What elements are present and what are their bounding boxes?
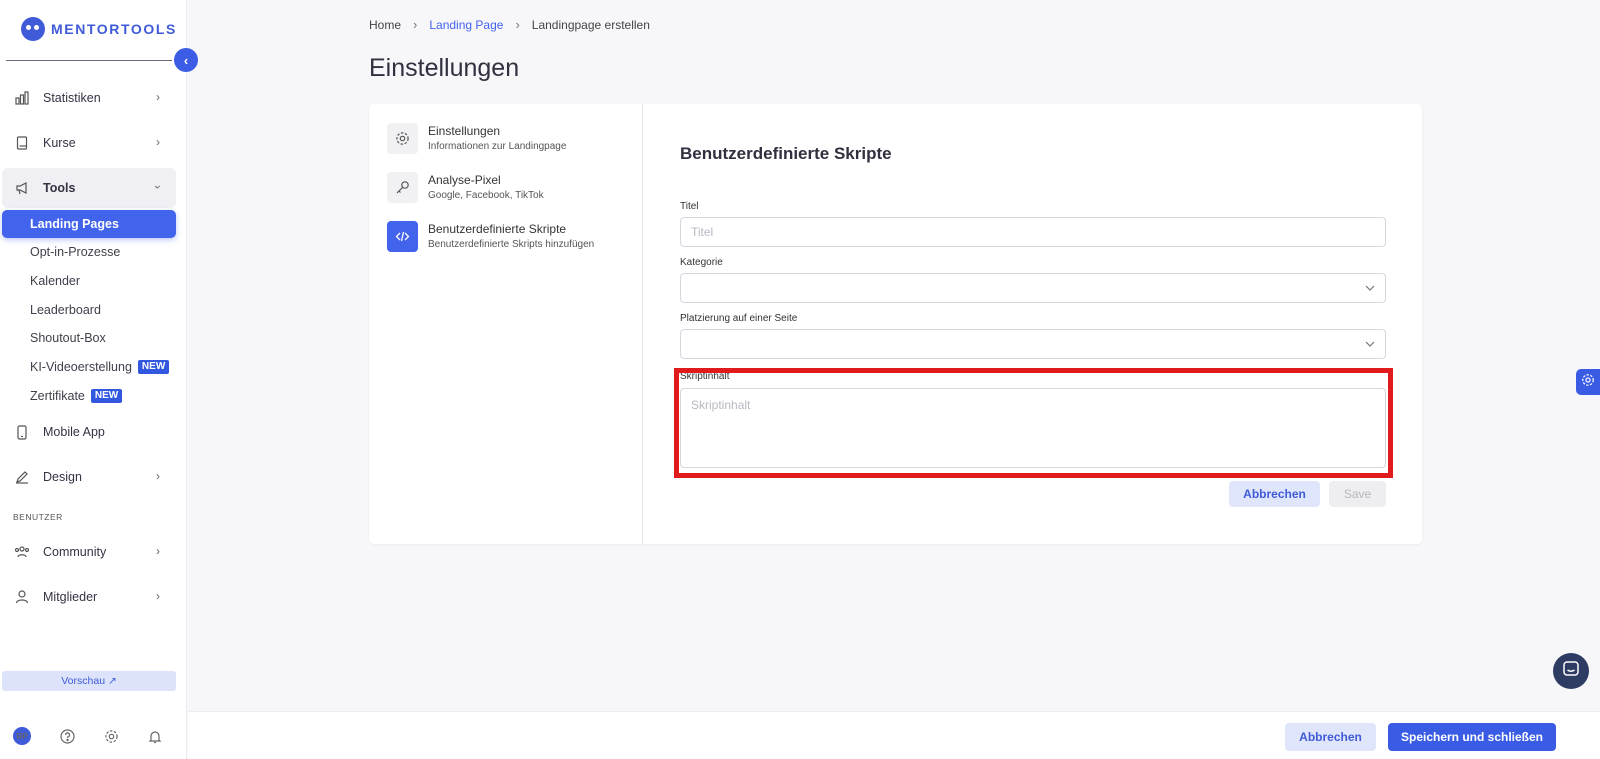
sidebar-item-label: Community [43,545,107,559]
cancel-button[interactable]: Abbrechen [1229,481,1320,507]
platzierung-select[interactable] [680,329,1386,359]
collapse-sidebar-button[interactable]: ‹ [174,48,198,72]
sidebar-item-shoutout[interactable]: Shoutout-Box [2,324,176,352]
user-icon [14,589,30,605]
bell-icon[interactable] [146,727,164,745]
chevron-right-icon: › [156,135,160,149]
chevron-right-icon: › [515,17,520,32]
form-title: Benutzerdefinierte Skripte [680,144,892,163]
sidebar-item-label: Kurse [43,136,76,150]
code-icon [387,221,418,252]
key-icon [387,172,418,203]
chevron-down-icon [1365,337,1375,351]
sidebar-item-design[interactable]: Design › [2,457,176,497]
step-subtitle: Informationen zur Landingpage [428,141,567,152]
sidebar-item-landing-pages[interactable]: Landing Pages [2,210,176,238]
settings-card: Einstellungen Informationen zur Landingp… [369,104,1422,544]
sidebar-item-opt-in[interactable]: Opt-in-Prozesse [2,238,176,266]
skriptinhalt-textarea[interactable] [680,388,1386,468]
preview-button[interactable]: Vorschau ↗ [2,671,176,691]
brand-logo[interactable]: MENTORTOOLS [21,17,177,41]
phone-icon [14,424,30,440]
step-title: Analyse-Pixel [428,173,501,187]
save-button[interactable]: Save [1329,481,1386,507]
skriptinhalt-label: Skriptinhalt [680,371,730,382]
help-icon[interactable] [58,727,76,745]
page-title: Einstellungen [369,54,520,82]
settings-tab-button[interactable] [1576,369,1600,395]
step-einstellungen[interactable]: Einstellungen Informationen zur Landingp… [387,123,566,154]
step-benutzerdefinierte-skripte[interactable]: Benutzerdefinierte Skripte Benutzerdefin… [387,221,594,252]
logo-icon [21,17,45,41]
save-and-close-button[interactable]: Speichern und schließen [1388,723,1556,751]
sidebar-item-statistiken[interactable]: Statistiken › [2,78,176,118]
sidebar-item-kalender[interactable]: Kalender [2,267,176,295]
sidebar-item-label: Zertifikate [30,389,85,403]
chevron-right-icon: › [156,589,160,603]
kategorie-label: Kategorie [680,257,723,268]
new-badge: NEW [90,389,123,403]
sidebar: MENTORTOOLS Statistiken › Kurse › Tools … [0,0,187,759]
bar-chart-icon [14,90,30,106]
sidebar-item-label: Tools [43,181,76,195]
breadcrumb-current: Landingpage erstellen [531,17,650,32]
avatar[interactable]: RP [13,727,31,745]
footer-cancel-button[interactable]: Abbrechen [1285,723,1376,751]
chevron-right-icon: › [156,544,160,558]
book-icon [14,135,30,151]
titel-label: Titel [680,201,699,212]
chevron-left-icon: ‹ [183,52,189,68]
sidebar-item-label: KI-Videoerstellung [30,360,132,374]
step-title: Benutzerdefinierte Skripte [428,222,567,236]
chat-launcher[interactable] [1553,653,1589,689]
sidebar-item-ki-video[interactable]: KI-Videoerstellung NEW [2,353,176,381]
gear-icon [1581,373,1595,392]
sidebar-item-community[interactable]: Community › [2,532,176,572]
step-analyse-pixel[interactable]: Analyse-Pixel Google, Facebook, TikTok [387,172,544,203]
sidebar-item-label: Landing Pages [30,217,119,231]
pencil-icon [14,469,30,485]
new-badge: NEW [137,360,170,374]
sidebar-bottom-toolbar: RP [0,727,187,747]
sidebar-item-label: Statistiken [43,91,101,105]
card-divider [642,104,643,544]
titel-input[interactable] [680,217,1386,247]
sidebar-item-tools[interactable]: Tools › [2,168,176,208]
step-subtitle: Google, Facebook, TikTok [428,190,544,201]
chat-icon [1562,660,1580,683]
sidebar-item-label: Kalender [30,274,81,288]
step-title: Einstellungen [428,124,501,138]
breadcrumb: Home › Landing Page › Landingpage erstel… [369,17,650,32]
step-subtitle: Benutzerdefinierte Skripts hinzufügen [428,239,595,250]
sidebar-divider [6,60,172,61]
sidebar-item-label: Mobile App [43,425,105,439]
chevron-down-icon [1365,281,1375,295]
sidebar-item-mobile-app[interactable]: Mobile App [2,412,176,452]
gear-icon[interactable] [102,727,120,745]
chevron-right-icon: › [413,17,418,32]
sidebar-item-zertifikate[interactable]: Zertifikate NEW [2,382,176,410]
breadcrumb-home[interactable]: Home [369,18,401,32]
chevron-down-icon: › [151,185,165,189]
chevron-right-icon: › [156,90,160,104]
megaphone-icon [14,180,30,196]
sidebar-item-leaderboard[interactable]: Leaderboard [2,296,176,324]
people-icon [14,544,30,560]
sidebar-item-mitglieder[interactable]: Mitglieder › [2,577,176,617]
kategorie-select[interactable] [680,273,1386,303]
chevron-right-icon: › [156,469,160,483]
platzierung-label: Platzierung auf einer Seite [680,313,798,324]
gear-icon [387,123,418,154]
brand-name: MENTORTOOLS [51,21,177,37]
sidebar-item-label: Leaderboard [30,303,101,317]
sidebar-item-label: Mitglieder [43,590,98,604]
sidebar-item-kurse[interactable]: Kurse › [2,123,176,163]
section-label-benutzer: BENUTZER [13,512,63,522]
sidebar-item-label: Opt-in-Prozesse [30,245,121,259]
sidebar-item-label: Design [43,470,82,484]
sidebar-item-label: Shoutout-Box [30,331,106,345]
breadcrumb-landing-page[interactable]: Landing Page [429,18,503,32]
